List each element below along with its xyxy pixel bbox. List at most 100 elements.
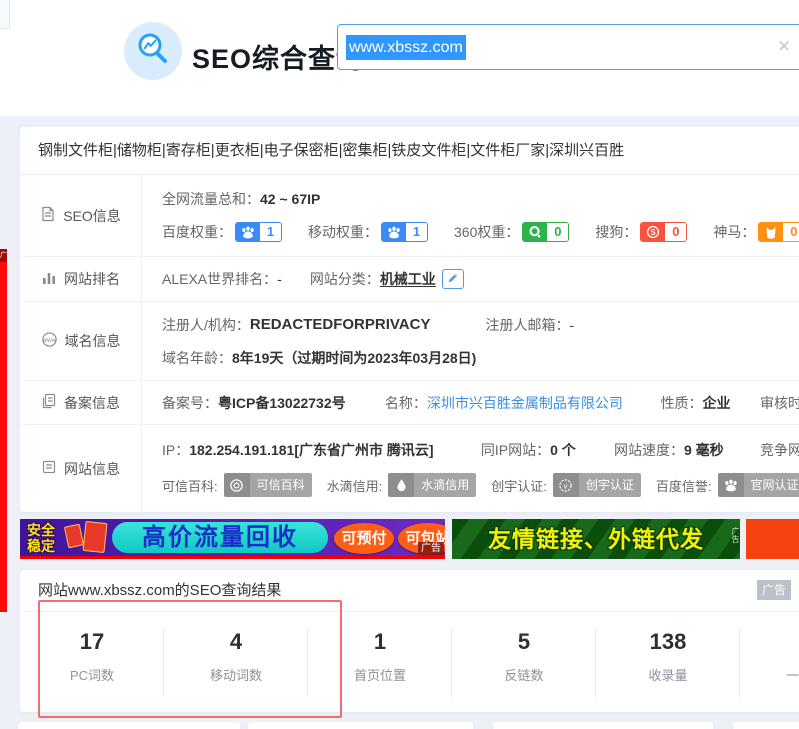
row-site-info: 网站信息 IP： 182.254.191.181[广东省广州市 腾讯云] 同IP… <box>20 425 799 512</box>
360-weight-label: 360权重： <box>454 222 519 242</box>
shenma-weight-label: 神马： <box>713 222 755 242</box>
sogou-weight-value: 0 <box>665 223 686 241</box>
site-speed-label: 网站速度： <box>614 440 684 460</box>
ad-badge: 广告 <box>757 580 791 600</box>
trust-baike-label: 可信百科: <box>162 476 218 495</box>
icp-nature-label: 性质： <box>661 393 703 413</box>
sogou-weight-badge[interactable]: S 0 <box>640 222 687 242</box>
shenma-weight-value: 0 <box>783 223 799 241</box>
stat-value <box>740 629 799 655</box>
registrant-label: 注册人/机构： <box>162 315 250 335</box>
document-lines-icon <box>41 459 57 478</box>
bottom-card <box>493 722 713 729</box>
stat-label: 反链数 <box>452 665 596 684</box>
baidu-weight-badge[interactable]: 1 <box>235 222 282 242</box>
row-domain-info: www 域名信息 注册人/机构： REDACTEDFORPRIVACY 注册人邮… <box>20 302 799 381</box>
360-weight-badge[interactable]: 0 <box>522 222 569 242</box>
encyclopedia-circle-icon <box>224 473 250 497</box>
same-ip-label: 同IP网站： <box>481 440 550 460</box>
stat-label: 收录量 <box>596 665 740 684</box>
banner-tag-top: 安全 <box>27 522 55 538</box>
red-envelope-icon <box>82 521 107 553</box>
clear-icon[interactable]: × <box>778 34 790 60</box>
row-label-text: 网站排名 <box>64 269 120 289</box>
trust-baidu-badge[interactable]: 官网认证 <box>718 473 799 497</box>
row-label-seo: SEO信息 <box>20 175 142 256</box>
bottom-card <box>18 722 240 729</box>
stat-label: 移动词数 <box>164 665 308 684</box>
registrant-email-value: - <box>569 317 574 333</box>
stat-label: 首页位置 <box>308 665 452 684</box>
baidu-paw-icon <box>718 473 744 497</box>
site-info-card: 钢制文件柜|储物柜|寄存柜|更衣柜|电子保密柜|密集柜|铁皮文件柜|文件柜厂家|… <box>20 127 799 512</box>
row-label-rank: 网站排名 <box>20 257 142 301</box>
stat-home-position[interactable]: 1 首页位置 <box>308 612 452 711</box>
shenma-weight-badge[interactable]: 0 <box>758 222 799 242</box>
traffic-value: 42 ~ 67IP <box>260 191 320 207</box>
stat-backlinks[interactable]: 5 反链数 <box>452 612 596 711</box>
header: SEO综合查询 www.xbssz.com × <box>0 0 799 116</box>
row-label-text: 网站信息 <box>64 459 120 479</box>
seo-results-card: 网站www.xbssz.com的SEO查询结果 广告 17 PC词数 4 移动词… <box>20 570 799 712</box>
seo-query-page: SEO综合查询 www.xbssz.com × 钢制文件柜|储物柜|寄存柜|更衣… <box>0 0 799 729</box>
baidu-weight-value: 1 <box>260 223 281 241</box>
stat-label: 一天收录 <box>740 665 799 684</box>
stat-indexed[interactable]: 138 收录量 <box>596 612 740 711</box>
company-link[interactable]: 深圳市兴百胜金属制品有限公司 <box>427 393 623 413</box>
trust-waterdrop-label: 水滴信用: <box>327 476 383 495</box>
search-input-selected-text[interactable]: www.xbssz.com <box>346 35 466 60</box>
trust-baike-badge[interactable]: 可信百科 <box>224 473 312 497</box>
stat-value: 4 <box>164 629 308 655</box>
traffic-label: 全网流量总和： <box>162 189 260 209</box>
bottom-card <box>248 722 473 729</box>
trust-baike-text: 可信百科 <box>250 473 312 497</box>
search-input[interactable]: www.xbssz.com × <box>337 24 799 70</box>
stat-mobile-words[interactable]: 4 移动词数 <box>164 612 308 711</box>
stats-row: 17 PC词数 4 移动词数 1 首页位置 5 反链数 138 收录量 一天收录 <box>20 612 799 711</box>
ip-label: IP： <box>162 440 189 460</box>
stat-one-day-indexed[interactable]: 一天收录 <box>740 612 799 711</box>
row-label-domain: www 域名信息 <box>20 302 142 380</box>
competition-label: 竞争网站： <box>760 440 799 460</box>
trust-knownsec-badge[interactable]: v 创宇认证 <box>553 473 641 497</box>
icp-audit-label: 审核时间： <box>760 393 799 413</box>
copy-document-icon <box>41 393 57 412</box>
svg-text:www: www <box>41 337 56 344</box>
stat-value: 1 <box>308 629 452 655</box>
mobile-weight-badge[interactable]: 1 <box>381 222 428 242</box>
row-label-icp: 备案信息 <box>20 381 142 424</box>
registrant-value: REDACTEDFORPRIVACY <box>250 316 431 333</box>
knownsec-v-icon: v <box>553 473 579 497</box>
sogou-weight-label: 搜狗： <box>595 222 637 242</box>
water-drop-icon <box>388 473 414 497</box>
trust-waterdrop-badge[interactable]: 水滴信用 <box>388 473 476 497</box>
row-label-text: SEO信息 <box>63 206 121 226</box>
icp-nature-value: 企业 <box>703 393 731 413</box>
registrant-email-label: 注册人邮箱： <box>485 315 569 335</box>
360-weight-value: 0 <box>547 223 568 241</box>
icp-name-label: 名称： <box>385 393 427 413</box>
friend-links-ad-banner[interactable]: 友情链接、外链代发 广告 <box>452 519 740 559</box>
alexa-label: ALEXA世界排名： <box>162 269 277 289</box>
stat-pc-words[interactable]: 17 PC词数 <box>20 612 164 711</box>
app-logo <box>124 22 182 80</box>
banner-links-text: 友情链接、外链代发 <box>452 519 740 559</box>
ad-label: 广告 <box>418 542 444 555</box>
svg-text:v: v <box>564 481 568 490</box>
ip-value: 182.254.191.181[广东省广州市 腾讯云] <box>189 440 433 460</box>
bottom-card <box>733 722 799 729</box>
ad-label: 广告 <box>731 527 739 543</box>
category-value[interactable]: 机械工业 <box>380 269 436 289</box>
row-icp-info: 备案信息 备案号： 粤ICP备13022732号 名称： 深圳市兴百胜金属制品有… <box>20 381 799 425</box>
row-seo-info: SEO信息 全网流量总和： 42 ~ 67IP 百度权重： 1 <box>20 175 799 257</box>
site-title: 钢制文件柜|储物柜|寄存柜|更衣柜|电子保密柜|密集柜|铁皮文件柜|文件柜厂家|… <box>20 127 799 175</box>
panel-corner <box>0 0 10 29</box>
magnifier-trend-icon <box>135 31 171 72</box>
edit-category-button[interactable] <box>442 269 464 289</box>
baidu-weight-label: 百度权重： <box>162 222 232 242</box>
left-side-ad-strip[interactable]: 广 <box>0 249 7 612</box>
trust-baidu-label: 百度信誉: <box>656 476 712 495</box>
side-ad-banner-cut[interactable] <box>746 519 799 559</box>
baidu-paw-icon <box>382 223 406 241</box>
traffic-recycle-ad-banner[interactable]: 安全 稳定 高价流量回收 可预付 可包站 广告 <box>20 519 445 559</box>
